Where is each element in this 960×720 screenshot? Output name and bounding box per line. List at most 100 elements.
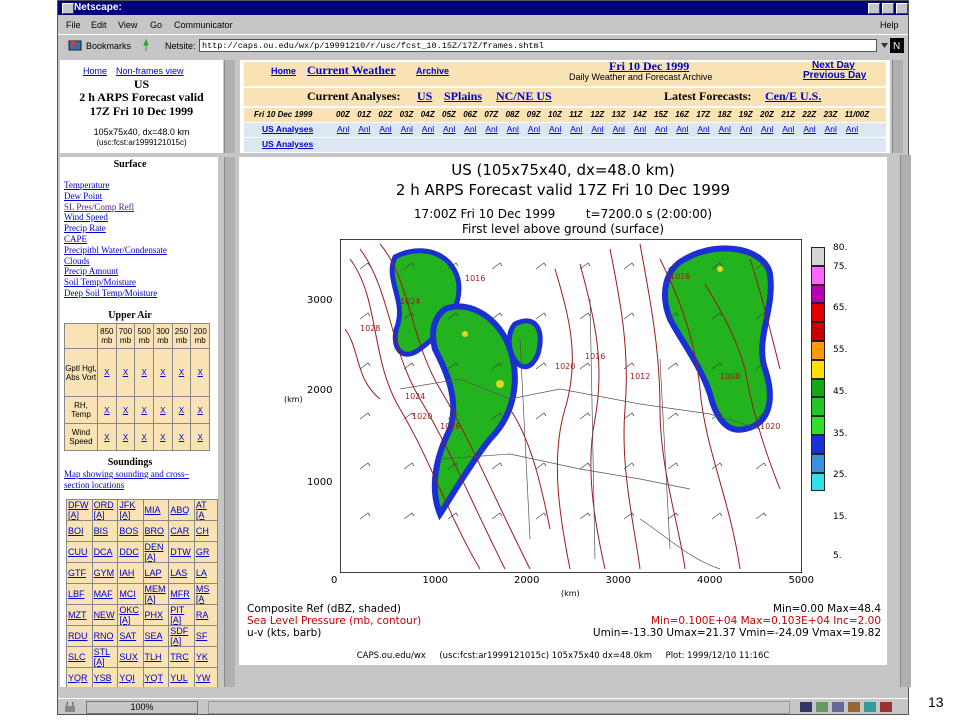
title-frame-scrollbar[interactable] [224, 60, 235, 153]
analysis-link[interactable]: Anl [443, 124, 455, 134]
station-link[interactable]: MS [A [193, 583, 218, 605]
component-bar-icon[interactable] [800, 701, 900, 713]
station-link[interactable]: SF [193, 625, 218, 647]
soundings-map-link[interactable]: Map showing sounding and cross–section l… [64, 469, 196, 490]
link-dew-point[interactable]: Dew Point [64, 191, 167, 202]
station-link[interactable]: GR [193, 541, 218, 563]
station-link[interactable]: NEW [91, 604, 119, 626]
navigation-frame-scrollbar[interactable] [892, 60, 903, 153]
dropdown-icon[interactable] [880, 40, 889, 52]
ua-link[interactable]: X [190, 423, 210, 451]
station-link[interactable]: YQR [66, 667, 93, 687]
station-link[interactable]: YQT [142, 667, 170, 687]
station-link[interactable]: MFR [168, 583, 195, 605]
station-link[interactable]: SEA [142, 625, 170, 647]
ua-link[interactable]: X [190, 396, 210, 424]
station-link[interactable]: DFW [A] [66, 499, 93, 521]
url-field[interactable]: http://caps.ou.edu/wx/p/19991210/r/usc/f… [199, 39, 877, 52]
link-soil[interactable]: Soil Temp/Moisture [64, 277, 167, 288]
window-menu-icon[interactable] [62, 3, 74, 14]
home-link[interactable]: Home [83, 66, 107, 76]
ua-link[interactable]: X [97, 423, 117, 451]
minimize-icon[interactable] [868, 3, 880, 14]
analysis-link[interactable]: Anl [528, 124, 540, 134]
station-link[interactable]: DCA [91, 541, 119, 563]
station-link[interactable]: SUX [117, 646, 144, 668]
station-link[interactable]: YW [193, 667, 218, 687]
menu-go[interactable]: Go [150, 16, 162, 34]
station-link[interactable]: CH [193, 520, 218, 542]
link-wind-speed[interactable]: Wind Speed [64, 212, 167, 223]
station-link[interactable]: YK [193, 646, 218, 668]
station-link[interactable]: BRO [142, 520, 170, 542]
station-link[interactable]: MAF [91, 583, 119, 605]
plot-frame-scrollbar[interactable] [900, 155, 911, 687]
station-link[interactable]: OKC [A] [117, 604, 144, 626]
station-link[interactable]: JFK [A] [117, 499, 144, 521]
station-link[interactable]: GTF [66, 562, 93, 584]
analysis-link[interactable]: Anl [846, 124, 858, 134]
station-link[interactable]: SAT [117, 625, 144, 647]
ua-link[interactable]: X [190, 348, 210, 397]
analysis-link[interactable]: Anl [655, 124, 667, 134]
station-link[interactable]: RDU [66, 625, 93, 647]
station-link[interactable]: GYM [91, 562, 119, 584]
us-analyses-link[interactable]: US Analyses [262, 124, 313, 134]
current-weather-link[interactable]: Current Weather [307, 63, 396, 78]
station-link[interactable]: SLC [66, 646, 93, 668]
close-icon[interactable] [896, 3, 908, 14]
analysis-link[interactable]: Anl [676, 124, 688, 134]
ua-link[interactable]: X [97, 348, 117, 397]
ua-link[interactable]: X [171, 348, 192, 397]
archive-link[interactable]: Archive [416, 66, 449, 76]
station-link[interactable]: LAP [142, 562, 170, 584]
station-link[interactable]: RNO [91, 625, 119, 647]
menu-communicator[interactable]: Communicator [174, 16, 233, 34]
previous-day-link[interactable]: Previous Day [803, 70, 866, 81]
analysis-link[interactable]: Anl [401, 124, 413, 134]
station-link[interactable]: LAS [168, 562, 195, 584]
menu-view[interactable]: View [118, 16, 137, 34]
station-link[interactable]: IAH [117, 562, 144, 584]
analysis-link[interactable]: Anl [782, 124, 794, 134]
us-link[interactable]: US [417, 89, 432, 104]
ua-link[interactable]: X [152, 396, 173, 424]
station-link[interactable]: DEN [A] [142, 541, 170, 563]
ua-link[interactable]: X [152, 423, 173, 451]
station-link[interactable]: ORD [A] [91, 499, 119, 521]
station-link[interactable]: MEM [A] [142, 583, 170, 605]
analysis-link[interactable]: Anl [803, 124, 815, 134]
analysis-link[interactable]: Anl [549, 124, 561, 134]
station-link[interactable]: PHX [142, 604, 170, 626]
station-link[interactable]: BOI [66, 520, 93, 542]
analysis-link[interactable]: Anl [379, 124, 391, 134]
station-link[interactable]: SDF [A] [168, 625, 195, 647]
ua-link[interactable]: X [152, 348, 173, 397]
station-link[interactable]: BIS [91, 520, 119, 542]
splains-link[interactable]: SPlains [444, 89, 482, 104]
analysis-link[interactable]: Anl [570, 124, 582, 134]
bookmarks-button[interactable]: Bookmarks [86, 41, 131, 51]
station-link[interactable]: MZT [66, 604, 93, 626]
station-link[interactable]: CUU [66, 541, 93, 563]
ua-link[interactable]: X [134, 348, 154, 397]
ua-link[interactable]: X [115, 396, 136, 424]
bookmarks-icon[interactable] [68, 39, 84, 51]
station-link[interactable]: YUL [168, 667, 195, 687]
link-sl-pres[interactable]: SL Pres/Comp Refl [64, 202, 167, 213]
ua-link[interactable]: X [134, 423, 154, 451]
station-link[interactable]: YSB [91, 667, 119, 687]
maximize-icon[interactable] [882, 3, 894, 14]
station-link[interactable]: YQI [117, 667, 144, 687]
analysis-link[interactable]: Anl [591, 124, 603, 134]
ncne-link[interactable]: NC/NE US [496, 89, 552, 104]
ua-link[interactable]: X [134, 396, 154, 424]
link-clouds[interactable]: Clouds [64, 256, 167, 267]
station-link[interactable]: TRC [168, 646, 195, 668]
station-link[interactable]: ABQ [168, 499, 195, 521]
analysis-link[interactable]: Anl [358, 124, 370, 134]
station-link[interactable]: AT [A [193, 499, 218, 521]
station-link[interactable]: RA [193, 604, 218, 626]
top-home-link[interactable]: Home [271, 66, 296, 76]
link-temperature[interactable]: Temperature [64, 180, 167, 191]
